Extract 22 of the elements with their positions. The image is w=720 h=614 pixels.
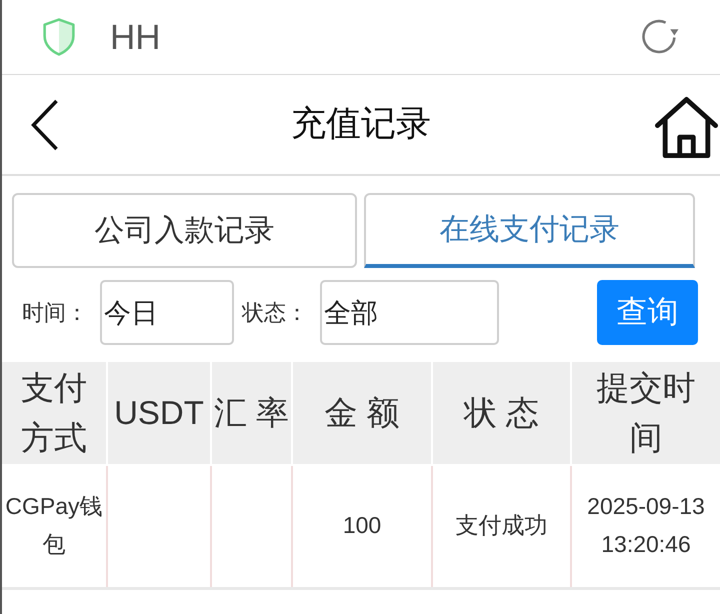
column-header: 状 态 [432,362,571,465]
table-cell: CGPay钱包 [2,465,107,588]
table-cell: 支付成功 [432,465,571,588]
page-title: 充值记录 [291,103,431,146]
app-title: HH [110,20,161,54]
table-cell: 2025-09-13 13:20:46 [571,465,720,588]
shield-icon [42,18,76,56]
column-header: USDT [107,362,211,465]
filter-label: 时间： [22,299,88,327]
tab[interactable]: 公司入款记录 [12,193,357,268]
filter-field[interactable]: 今日 [100,280,234,345]
column-header: 支付方式 [2,362,107,465]
column-header: 汇 率 [211,362,292,465]
column-header: 提交时间 [571,362,720,465]
search-button[interactable]: 查询 [597,280,698,345]
tab[interactable]: 在线支付记录 [364,193,695,268]
filter-label: 状态： [242,299,308,327]
back-icon[interactable] [30,98,60,150]
home-icon[interactable] [655,95,718,160]
table-cell: 100 [292,465,432,588]
column-header: 金 额 [292,362,432,465]
filter-field[interactable]: 全部 [320,280,499,345]
